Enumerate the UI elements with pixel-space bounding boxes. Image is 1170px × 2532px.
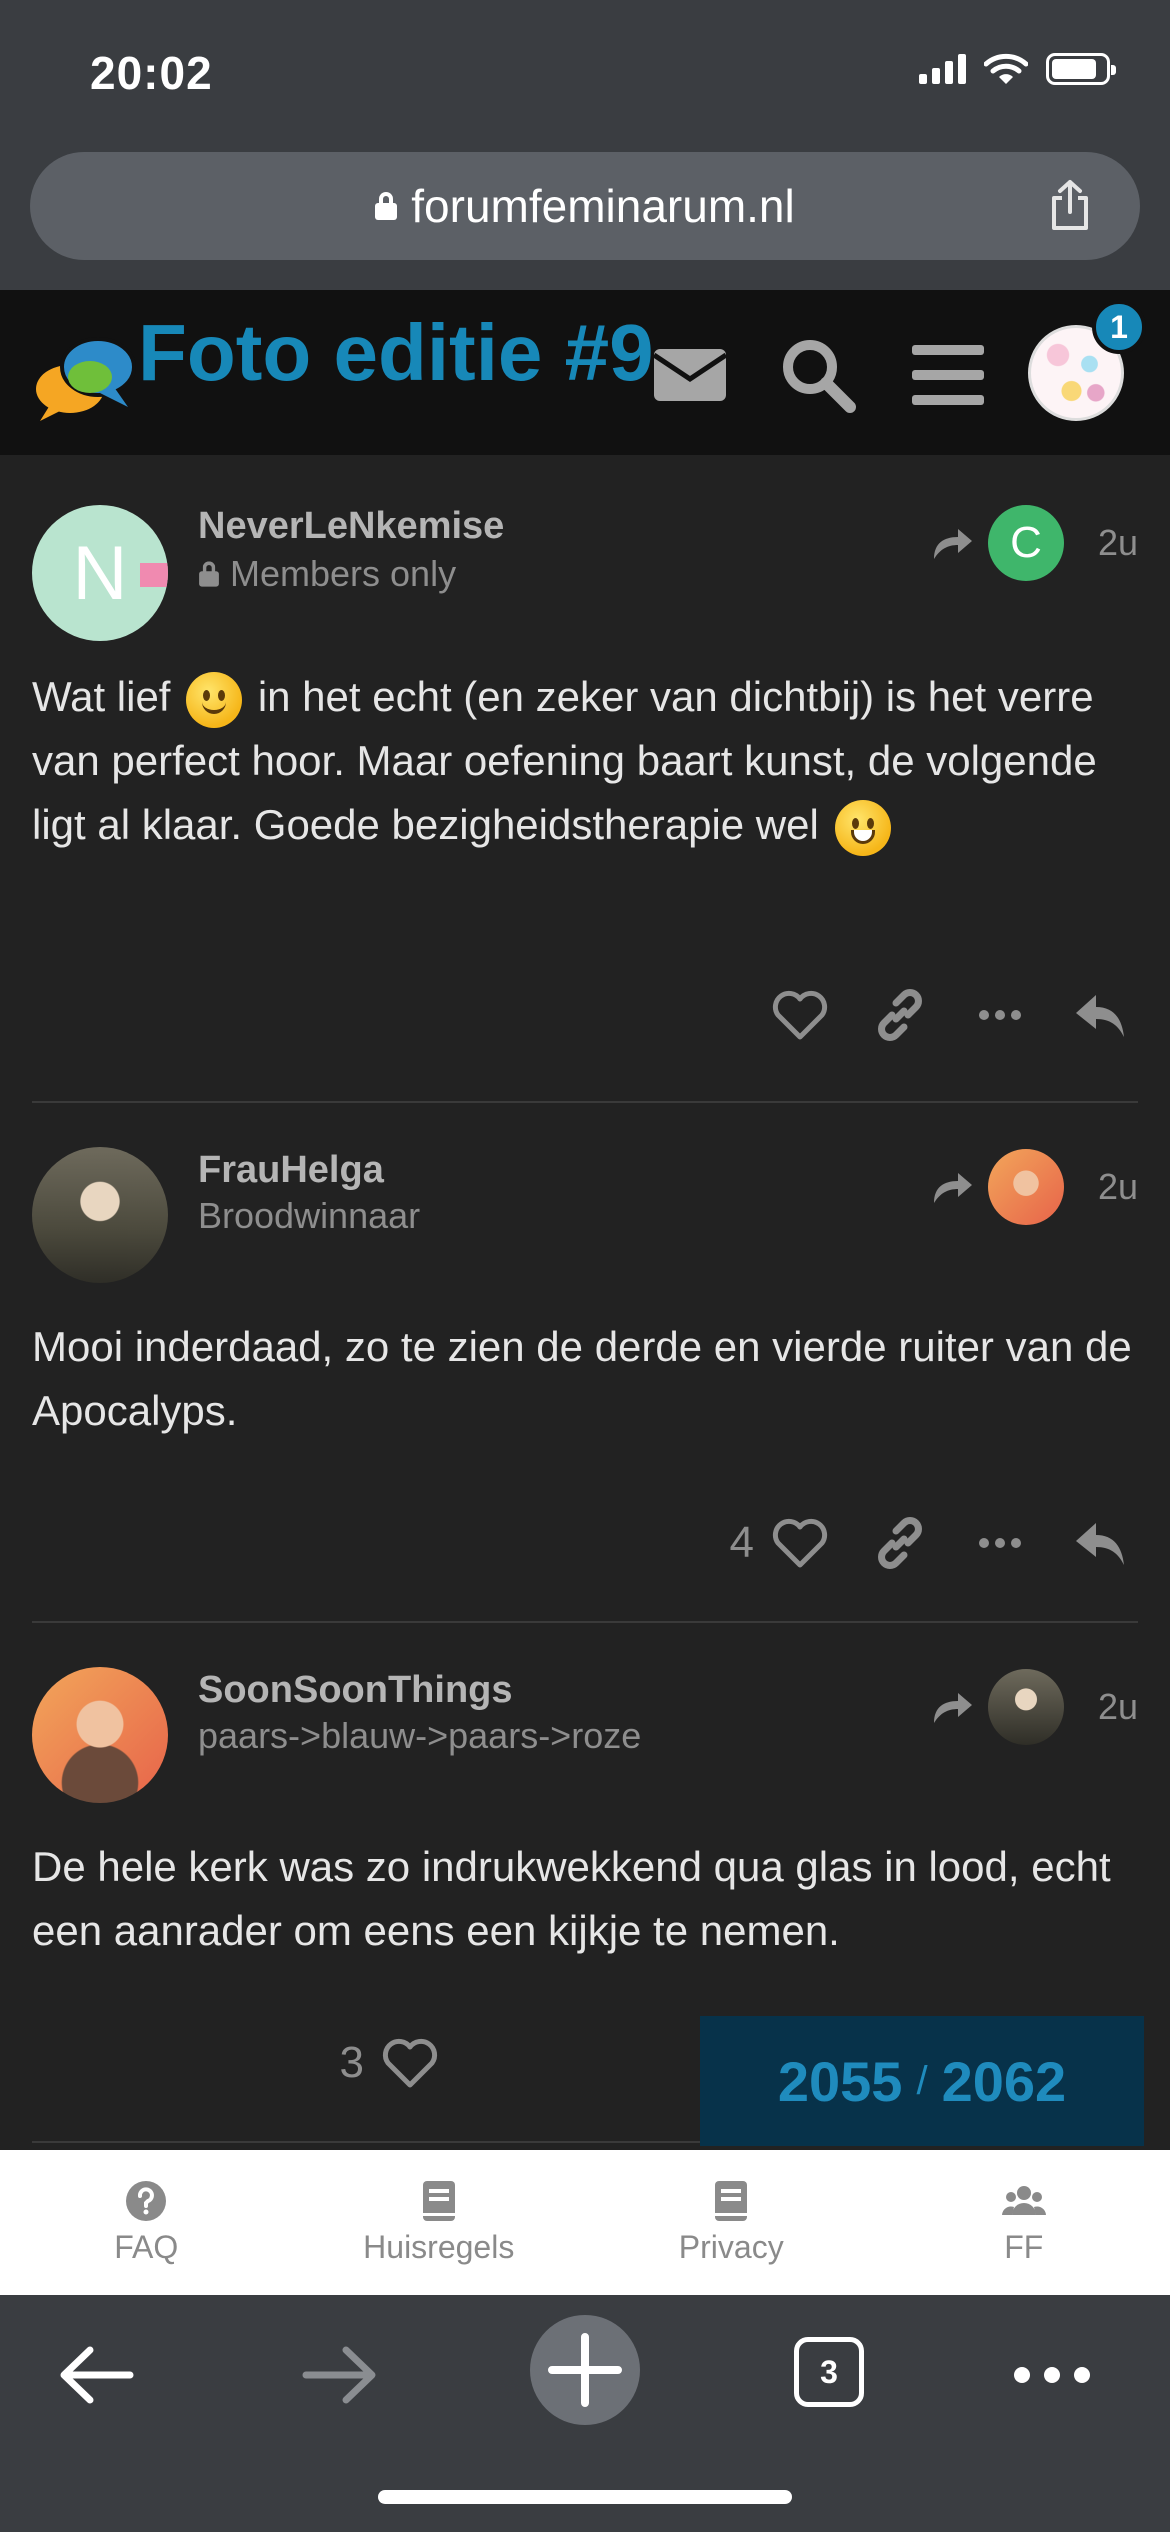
post-actions bbox=[770, 985, 1130, 1045]
avatar-letter: N bbox=[72, 530, 128, 616]
slightly-smiling-emoji-icon bbox=[186, 671, 243, 728]
post-body: De hele kerk was zo indrukwekkend qua gl… bbox=[32, 1843, 1111, 1954]
forward-button[interactable] bbox=[290, 2325, 390, 2425]
lock-icon bbox=[199, 561, 219, 587]
reply-to-arrow-icon bbox=[933, 1173, 972, 1203]
progress-current: 2055 bbox=[777, 2049, 903, 2113]
search-icon[interactable] bbox=[778, 335, 858, 415]
url-text: forumfeminarum.nl bbox=[411, 180, 795, 232]
footer-item-huisregels[interactable]: Huisregels bbox=[293, 2150, 586, 2295]
heart-icon[interactable] bbox=[770, 1513, 830, 1573]
post-actions: 4 bbox=[730, 1513, 1130, 1573]
book-icon bbox=[715, 2181, 748, 2221]
post-divider bbox=[32, 1101, 1138, 1103]
reply-to-arrow-icon bbox=[933, 1693, 972, 1723]
avatar[interactable] bbox=[32, 1667, 168, 1803]
post-meta: 2u bbox=[930, 1669, 1138, 1745]
progress-total: 2062 bbox=[941, 2049, 1067, 2113]
book-icon bbox=[422, 2181, 455, 2221]
plus-icon bbox=[548, 2333, 622, 2407]
status-icons bbox=[919, 52, 1116, 86]
like-count[interactable]: 4 bbox=[730, 1518, 754, 1568]
cellular-signal-icon bbox=[919, 54, 966, 84]
more-menu-button[interactable] bbox=[1002, 2325, 1102, 2425]
address-bar[interactable]: forumfeminarum.nl bbox=[30, 152, 1140, 260]
reply-to-arrow-icon bbox=[933, 529, 972, 559]
footer-item-ff[interactable]: FF bbox=[878, 2150, 1170, 2295]
flair-badge bbox=[140, 563, 168, 587]
reply-to-avatar[interactable]: C bbox=[987, 505, 1064, 581]
arrow-right-icon bbox=[302, 2346, 376, 2404]
heart-icon[interactable] bbox=[770, 985, 830, 1045]
post-time[interactable]: 2u bbox=[1098, 1166, 1138, 1208]
users-icon bbox=[1001, 2186, 1046, 2215]
post-meta: 2u bbox=[930, 1149, 1138, 1225]
post-user-title: Broodwinnaar bbox=[198, 1195, 421, 1236]
back-button[interactable] bbox=[46, 2325, 146, 2425]
topic-title[interactable]: Foto editie #9 bbox=[138, 290, 658, 416]
hamburger-menu-icon[interactable] bbox=[908, 335, 988, 415]
post-actions: 3 bbox=[340, 2033, 440, 2093]
share-icon[interactable] bbox=[1042, 178, 1098, 234]
progress-separator: / bbox=[916, 2058, 928, 2103]
new-tab-button[interactable] bbox=[530, 2315, 640, 2425]
avatar[interactable]: N bbox=[32, 505, 168, 641]
post-body: Wat lief in het echt (en zeker van dicht… bbox=[32, 665, 1132, 857]
envelope-icon[interactable] bbox=[650, 335, 730, 415]
question-circle-icon bbox=[126, 2181, 167, 2221]
post-username[interactable]: NeverLeNkemise bbox=[198, 505, 504, 548]
footer-item-faq[interactable]: FAQ bbox=[0, 2150, 293, 2295]
ellipsis-icon bbox=[1014, 2367, 1090, 2383]
post-meta: C 2u bbox=[930, 505, 1138, 581]
status-time: 20:02 bbox=[90, 47, 213, 99]
heart-icon[interactable] bbox=[380, 2033, 440, 2093]
reply-icon[interactable] bbox=[1070, 985, 1130, 1045]
post-user-title: paars->blauw->paars->roze bbox=[198, 1715, 642, 1756]
link-icon[interactable] bbox=[870, 985, 930, 1045]
post-time[interactable]: 2u bbox=[1098, 522, 1138, 564]
footer-nav: FAQ Huisregels Privacy FF bbox=[0, 2150, 1170, 2295]
post-time[interactable]: 2u bbox=[1098, 1686, 1138, 1728]
browser-chrome-top: 20:02 forumfeminarum.nl bbox=[0, 0, 1170, 290]
forum-logo-icon[interactable] bbox=[30, 325, 140, 425]
more-options-icon[interactable] bbox=[970, 1513, 1030, 1573]
reply-to-avatar[interactable] bbox=[987, 1149, 1064, 1225]
post-divider bbox=[32, 1621, 1138, 1623]
arrow-left-icon bbox=[60, 2346, 134, 2404]
more-options-icon[interactable] bbox=[970, 985, 1030, 1045]
avatar[interactable] bbox=[32, 1147, 168, 1283]
notification-badge[interactable]: 1 bbox=[1092, 300, 1146, 354]
post-username[interactable]: FrauHelga bbox=[198, 1149, 384, 1192]
tabs-button[interactable]: 3 bbox=[794, 2337, 864, 2407]
reply-icon[interactable] bbox=[1070, 1513, 1130, 1573]
link-icon[interactable] bbox=[870, 1513, 930, 1573]
grinning-emoji-icon bbox=[834, 799, 891, 856]
wifi-icon bbox=[984, 53, 1028, 84]
topic-progress[interactable]: 2055 / 2062 bbox=[700, 2016, 1144, 2146]
post-username[interactable]: SoonSoonThings bbox=[198, 1669, 513, 1712]
post-user-title: Members only bbox=[198, 553, 456, 595]
battery-icon bbox=[1046, 53, 1116, 85]
like-count[interactable]: 3 bbox=[340, 2038, 364, 2088]
reply-to-avatar[interactable] bbox=[987, 1669, 1064, 1745]
post-body: Mooi inderdaad, zo te zien de derde en v… bbox=[32, 1323, 1132, 1434]
footer-item-privacy[interactable]: Privacy bbox=[585, 2150, 878, 2295]
lock-icon bbox=[375, 192, 398, 220]
forum-header: Foto editie #9 bbox=[0, 290, 1170, 455]
home-indicator[interactable] bbox=[378, 2490, 792, 2504]
